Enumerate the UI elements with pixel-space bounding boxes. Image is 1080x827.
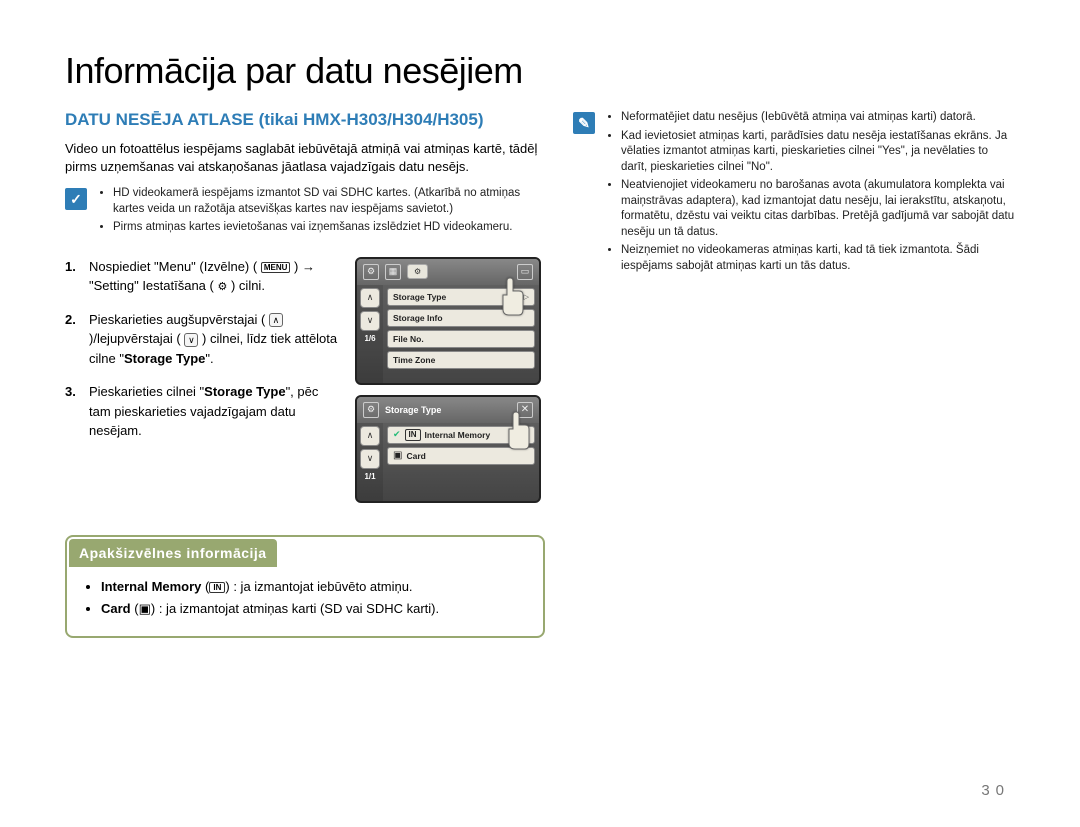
step-body: Pieskarieties augšupvērstajai ( ∧ )/leju… — [89, 310, 343, 369]
screen-title: Storage Type — [385, 405, 511, 415]
gear-icon: ⚙ — [217, 279, 227, 296]
card-icon: ▣ — [139, 601, 151, 616]
note-box-right: ✎ Neformatējiet datu nesējus (Iebūvētā a… — [573, 110, 1015, 277]
info-item: Internal Memory (IN) : ja izmantojat ieb… — [101, 577, 527, 597]
step-number: 2. — [65, 310, 83, 369]
down-arrow-button[interactable]: ∨ — [360, 311, 380, 331]
info-item: Card (▣) : ja izmantojat atmiņas karti (… — [101, 599, 527, 619]
submenu-info-panel: Apakšizvēlnes informācija Internal Memor… — [65, 535, 545, 638]
note-left-item: Pirms atmiņas kartes ievietošanas vai iz… — [113, 220, 545, 236]
note-right-item: Neizņemiet no videokameras atmiņas karti… — [621, 243, 1015, 274]
storage-icon: ▣ — [514, 292, 522, 301]
ui-screenshot-settings-list: ⚙ ▦ ⚙ ▭ ∧ ∨ 1/6 — [355, 257, 541, 385]
list-item[interactable]: Storage Type ◁▣▷ — [387, 288, 535, 306]
page-number: 30 — [981, 782, 1010, 799]
up-arrow-icon: ∧ — [269, 313, 283, 327]
note-box-left: ✓ HD videokamerā iespējams izmantot SD v… — [65, 186, 545, 239]
intro-paragraph: Video un fotoattēlus iespējams saglabāt … — [65, 140, 545, 176]
info-panel-header: Apakšizvēlnes informācija — [69, 539, 277, 567]
down-arrow-icon: ∨ — [184, 333, 198, 347]
down-arrow-button[interactable]: ∨ — [360, 449, 380, 469]
battery-icon: ▭ — [517, 264, 533, 280]
checkmark-icon: ✔ — [393, 429, 401, 440]
note-right-item: Kad ievietosiet atmiņas karti, parādīsie… — [621, 129, 1015, 176]
note-right-item: Neatvienojiet videokameru no barošanas a… — [621, 178, 1015, 240]
info-icon: ✎ — [573, 112, 595, 134]
page-title: Informācija par datu nesējiem — [65, 50, 1015, 92]
list-item[interactable]: ▣ Card — [387, 447, 535, 465]
gear-icon: ⚙ — [363, 402, 379, 418]
film-icon: ▦ — [385, 264, 401, 280]
step-body: Nospiediet "Menu" (Izvēlne) ( MENU ) → "… — [89, 257, 343, 296]
section-heading: DATU NESĒJA ATLASE (tikai HMX-H303/H304/… — [65, 110, 545, 130]
step-number: 3. — [65, 382, 83, 441]
internal-memory-icon: IN — [209, 582, 225, 594]
menu-icon: MENU — [261, 262, 291, 274]
step-body: Pieskarieties cilnei "Storage Type", pēc… — [89, 382, 343, 441]
active-tab-icon: ⚙ — [407, 264, 428, 279]
page-indicator: 1/6 — [364, 334, 375, 343]
list-item[interactable]: Storage Info — [387, 309, 535, 327]
note-right-item: Neformatējiet datu nesējus (Iebūvētā atm… — [621, 110, 1015, 126]
list-item[interactable]: File No. — [387, 330, 535, 348]
up-arrow-button[interactable]: ∧ — [360, 426, 380, 446]
check-icon: ✓ — [65, 188, 87, 210]
ui-screenshot-storage-type: ⚙ Storage Type ✕ ∧ ∨ 1/1 — [355, 395, 541, 503]
list-item[interactable]: Time Zone — [387, 351, 535, 369]
steps-list: 1. Nospiediet "Menu" (Izvēlne) ( MENU ) … — [65, 257, 343, 455]
list-item[interactable]: ✔ IN Internal Memory — [387, 426, 535, 444]
gear-icon: ⚙ — [363, 264, 379, 280]
up-arrow-button[interactable]: ∧ — [360, 288, 380, 308]
note-left-item: HD videokamerā iespējams izmantot SD vai… — [113, 186, 545, 217]
card-icon: ▣ — [393, 450, 402, 461]
step-number: 1. — [65, 257, 83, 296]
close-icon[interactable]: ✕ — [517, 402, 533, 418]
page-indicator: 1/1 — [364, 472, 375, 481]
internal-memory-icon: IN — [405, 429, 421, 441]
